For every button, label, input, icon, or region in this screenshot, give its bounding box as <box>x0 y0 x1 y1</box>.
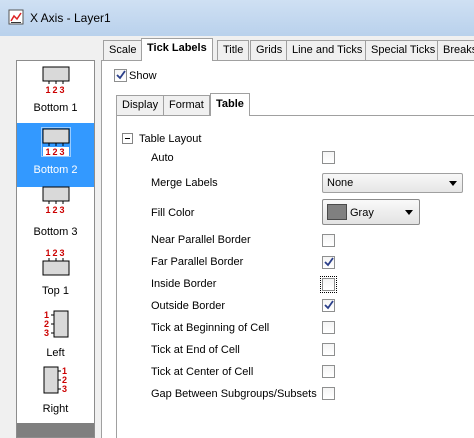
svg-text:1: 1 <box>45 147 50 157</box>
far-parallel-border-label: Far Parallel Border <box>151 256 244 268</box>
show-label: Show <box>129 70 157 82</box>
svg-text:3: 3 <box>59 85 64 95</box>
window-title: X Axis - Layer1 <box>30 11 111 25</box>
axis-item-bottom-2[interactable]: 1 2 3 Bottom 2 <box>17 123 94 187</box>
merge-labels-label: Merge Labels <box>151 177 218 189</box>
merge-labels-value: None <box>327 177 354 189</box>
axis-item-label: Right <box>42 403 69 415</box>
tab-tick-labels[interactable]: Tick Labels <box>141 38 213 61</box>
checkmark-icon <box>324 257 334 267</box>
axis-item-label: Bottom 3 <box>33 226 78 238</box>
tick-at-center-checkbox[interactable] <box>322 365 335 378</box>
bottom-axis-icon: 1 2 3 <box>42 186 69 215</box>
svg-text:3: 3 <box>44 328 49 338</box>
svg-text:1: 1 <box>45 248 50 258</box>
tab-scale[interactable]: Scale <box>103 40 143 60</box>
far-parallel-border-checkbox[interactable] <box>322 256 335 269</box>
svg-text:3: 3 <box>59 147 64 157</box>
subtab-display[interactable]: Display <box>116 95 165 115</box>
axis-item-bottom-1[interactable]: 1 2 3 Bottom 1 <box>17 61 94 125</box>
color-swatch <box>327 204 347 220</box>
svg-text:2: 2 <box>52 205 57 215</box>
svg-text:2: 2 <box>52 85 57 95</box>
tick-at-beginning-label: Tick at Beginning of Cell <box>151 322 270 334</box>
near-parallel-border-checkbox[interactable] <box>322 234 335 247</box>
tab-special-ticks[interactable]: Special Ticks <box>365 40 442 60</box>
tick-at-end-label: Tick at End of Cell <box>151 344 240 356</box>
gap-between-subgroups-checkbox[interactable] <box>322 387 335 400</box>
axis-item-bottom-3[interactable]: 1 2 3 Bottom 3 <box>17 185 94 249</box>
chevron-down-icon <box>405 210 413 215</box>
right-axis-icon: 1 2 3 <box>43 366 67 394</box>
fill-color-value: Gray <box>350 207 374 219</box>
svg-text:2: 2 <box>52 147 57 157</box>
inside-border-checkbox[interactable] <box>320 276 337 293</box>
checkmark-icon <box>116 70 126 80</box>
tick-at-end-checkbox[interactable] <box>322 343 335 356</box>
auto-label: Auto <box>151 152 174 164</box>
left-axis-icon: 1 2 3 <box>44 310 68 338</box>
axis-item-label: Top 1 <box>42 285 69 297</box>
axis-list[interactable]: 1 2 3 Bottom 1 1 2 3 Bottom 2 1 2 3 Bott… <box>16 60 95 438</box>
window-titlebar: X Axis - Layer1 <box>0 0 474 36</box>
show-checkbox[interactable] <box>114 69 127 82</box>
axis-item-top-1[interactable]: 1 2 3 Top 1 <box>17 247 94 311</box>
outside-border-label: Outside Border <box>151 300 225 312</box>
checkmark-icon <box>324 300 334 310</box>
svg-text:1: 1 <box>45 205 50 215</box>
tab-grids[interactable]: Grids <box>250 40 289 60</box>
axis-item-right[interactable]: 1 2 3 Right <box>17 365 94 429</box>
subtab-table[interactable]: Table <box>210 93 250 116</box>
tab-line-and-ticks[interactable]: Line and Ticks <box>286 40 369 60</box>
axis-item-label: Left <box>46 347 65 359</box>
axis-item-label: Bottom 2 <box>33 164 78 176</box>
svg-text:3: 3 <box>59 248 64 258</box>
chevron-down-icon <box>449 181 457 186</box>
app-icon <box>8 9 24 25</box>
subtab-format[interactable]: Format <box>163 95 210 115</box>
svg-text:3: 3 <box>59 205 64 215</box>
list-scroll-area <box>17 423 94 437</box>
table-layout-heading: Table Layout <box>139 133 202 145</box>
tick-at-center-label: Tick at Center of Cell <box>151 366 254 378</box>
svg-text:3: 3 <box>62 384 67 394</box>
tab-title[interactable]: Title <box>217 40 250 60</box>
tab-breaks[interactable]: Breaks <box>437 40 474 60</box>
svg-text:2: 2 <box>52 248 57 258</box>
fill-color-label: Fill Color <box>151 207 195 219</box>
near-parallel-border-label: Near Parallel Border <box>151 234 251 246</box>
svg-text:1: 1 <box>45 85 50 95</box>
top-axis-icon: 1 2 3 <box>42 248 69 276</box>
fill-color-dropdown[interactable]: Gray <box>322 199 420 225</box>
auto-checkbox[interactable] <box>322 151 335 164</box>
gap-between-subgroups-label: Gap Between Subgroups/Subsets <box>151 388 317 400</box>
collapse-icon[interactable] <box>122 133 133 144</box>
axis-item-left[interactable]: 1 2 3 Left <box>17 309 94 373</box>
inside-border-label: Inside Border <box>151 278 217 290</box>
axis-item-label: Bottom 1 <box>33 102 78 114</box>
outside-border-checkbox[interactable] <box>322 299 335 312</box>
bottom-axis-icon: 1 2 3 <box>42 66 69 95</box>
merge-labels-dropdown[interactable]: None <box>322 173 463 193</box>
bottom-axis-icon: 1 2 3 <box>40 127 71 157</box>
tick-at-beginning-checkbox[interactable] <box>322 321 335 334</box>
